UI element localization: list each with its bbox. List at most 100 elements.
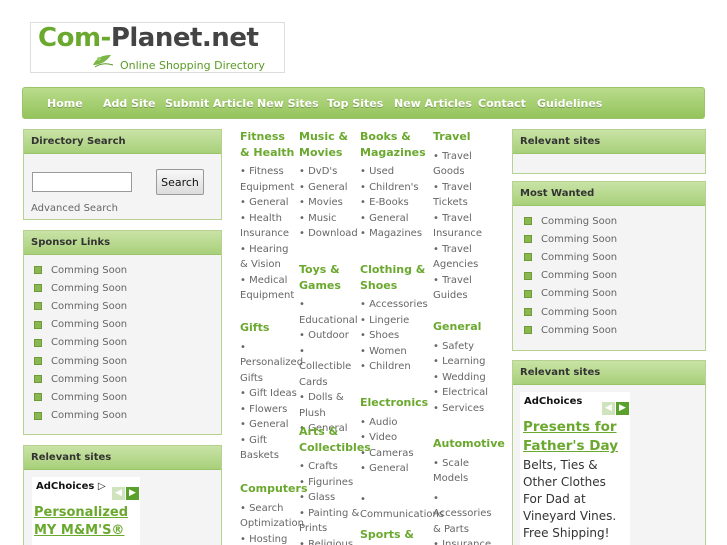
nav-add-site[interactable]: Add Site [103, 97, 156, 110]
category-link[interactable]: • Travel Tickets [433, 180, 495, 211]
nav-new-sites[interactable]: New Sites [257, 97, 319, 110]
category-link[interactable]: • Movies [299, 195, 359, 211]
category-link[interactable]: • Personalized Gifts [240, 340, 303, 387]
category-link[interactable]: • General [240, 417, 300, 433]
category-link[interactable]: • Shoes [360, 328, 430, 344]
nav-contact[interactable]: Contact [478, 97, 526, 110]
category-title[interactable]: Music & Movies [299, 129, 359, 160]
list-item[interactable]: Comming Soon [524, 303, 617, 321]
nav-new-articles[interactable]: New Articles [394, 97, 472, 110]
category-link[interactable]: • Safety [433, 339, 503, 355]
category-title[interactable]: Sports & [360, 527, 430, 543]
list-item[interactable]: Comming Soon [34, 407, 127, 425]
category-link[interactable]: • Used [360, 164, 430, 180]
category-title[interactable]: Clothing & Shoes [360, 262, 430, 293]
category-link[interactable]: • Gift Ideas [240, 386, 300, 402]
list-item[interactable]: Comming Soon [34, 261, 127, 279]
category-title[interactable]: Arts & Collectibles [299, 424, 371, 455]
list-item[interactable]: Comming Soon [524, 321, 617, 339]
category-link[interactable]: • Lingerie [360, 313, 430, 329]
category-link[interactable]: • Cameras [360, 446, 435, 462]
category-link[interactable]: • Insurance & [433, 537, 497, 545]
category-link[interactable]: • General [360, 211, 430, 227]
list-item[interactable]: Comming Soon [34, 316, 127, 334]
category-link[interactable]: • Painting & Prints [299, 506, 361, 537]
category-link[interactable]: • Download [299, 226, 359, 242]
category-link[interactable]: • Accessories [360, 297, 430, 313]
list-item[interactable]: Comming Soon [524, 230, 617, 248]
category-link[interactable]: • DvD's [299, 164, 359, 180]
search-input[interactable] [32, 172, 132, 192]
category-link[interactable]: • Learning [433, 354, 503, 370]
category-link[interactable]: • Medical Equipment [240, 273, 298, 304]
category-link[interactable]: • Electrical [433, 385, 503, 401]
category-link[interactable]: • Audio [360, 415, 435, 431]
category-link[interactable]: • Gift Baskets [240, 433, 300, 464]
nav-home[interactable]: Home [47, 97, 83, 110]
category-link[interactable]: • Scale Models [433, 456, 497, 487]
list-item[interactable]: Comming Soon [524, 267, 617, 285]
category-link[interactable]: • Figurines [299, 475, 361, 491]
nav-top-sites[interactable]: Top Sites [327, 97, 383, 110]
category-link[interactable]: • Flowers [240, 402, 300, 418]
list-item[interactable]: Comming Soon [34, 334, 127, 352]
category-link[interactable]: • General [299, 180, 359, 196]
chevron-right-icon[interactable]: ▶ [616, 402, 629, 415]
list-item[interactable]: Comming Soon [34, 370, 127, 388]
category-title[interactable]: Electronics [360, 395, 435, 411]
category-title[interactable]: Travel [433, 129, 495, 145]
chevron-right-icon[interactable]: ▶ [126, 487, 139, 500]
category-link[interactable]: • General [360, 461, 435, 477]
left-ad-title[interactable]: Personalized MY M&M'S® [34, 504, 134, 540]
category-link[interactable]: • Health Insurance [240, 211, 298, 242]
search-button[interactable]: Search [156, 169, 204, 195]
list-item[interactable]: Comming Soon [524, 248, 617, 266]
category-link[interactable]: • Collectible Cards [299, 344, 359, 391]
category-link[interactable]: • Fitness Equipment [240, 164, 298, 195]
category-link[interactable]: • Travel Guides [433, 273, 495, 304]
category-link[interactable]: • Accessories & Parts [433, 487, 497, 538]
list-item[interactable]: Comming Soon [34, 297, 127, 315]
category-link[interactable]: • Religious [299, 537, 361, 545]
category-link[interactable]: • Magazines [360, 226, 430, 242]
list-item[interactable]: Comming Soon [524, 212, 617, 230]
category-link[interactable]: • Children's [360, 180, 430, 196]
ad-choices-label[interactable]: AdChoices ▷ [36, 481, 106, 492]
category-link[interactable]: • Crafts [299, 459, 361, 475]
category-link[interactable]: • Hosting [240, 532, 302, 545]
category-link[interactable]: • Travel Agencies [433, 242, 495, 273]
list-item[interactable]: Comming Soon [34, 388, 127, 406]
category-link[interactable]: • Women [360, 344, 430, 360]
list-item[interactable]: Comming Soon [34, 352, 127, 370]
category-title[interactable]: Computers [240, 481, 308, 497]
site-logo[interactable]: Com-Planet.net Online Shopping Directory [30, 22, 285, 73]
category-title[interactable]: General [433, 319, 503, 335]
category-link[interactable]: • Hearing & Vision [240, 242, 298, 273]
category-link[interactable]: • Glass [299, 490, 361, 506]
category-link[interactable]: • Wedding [433, 370, 503, 386]
chevron-left-icon[interactable]: ◀ [112, 487, 125, 500]
category-link[interactable]: • Educational [299, 297, 359, 328]
category-link[interactable]: • Dolls & Plush [299, 390, 359, 421]
ad-choices-label[interactable]: AdChoices [524, 396, 582, 407]
category-link[interactable]: • Search Optimization [240, 501, 304, 532]
category-title[interactable]: Fitness & Health [240, 129, 298, 160]
category-link[interactable]: • Video [360, 430, 435, 446]
category-link[interactable]: • Music [299, 211, 359, 227]
category-link[interactable]: • Travel Insurance [433, 211, 495, 242]
category-link[interactable]: • Outdoor [299, 328, 359, 344]
nav-submit-article[interactable]: Submit Article [165, 97, 254, 110]
category-link[interactable]: • Services [433, 401, 503, 417]
right-ad-title[interactable]: Presents for Father's Day [523, 418, 628, 456]
advanced-search-link[interactable]: Advanced Search [31, 203, 118, 214]
category-title[interactable]: Gifts [240, 320, 300, 336]
category-link[interactable]: • General [240, 195, 298, 211]
category-link[interactable]: • Communications [360, 477, 444, 523]
category-title[interactable]: Books & Magazines [360, 129, 430, 160]
nav-guidelines[interactable]: Guidelines [537, 97, 602, 110]
list-item[interactable]: Comming Soon [524, 285, 617, 303]
category-link[interactable]: • Children [360, 359, 430, 375]
category-title[interactable]: Toys & Games [299, 262, 359, 293]
category-link[interactable]: • Travel Goods [433, 149, 495, 180]
category-link[interactable]: • E-Books [360, 195, 430, 211]
